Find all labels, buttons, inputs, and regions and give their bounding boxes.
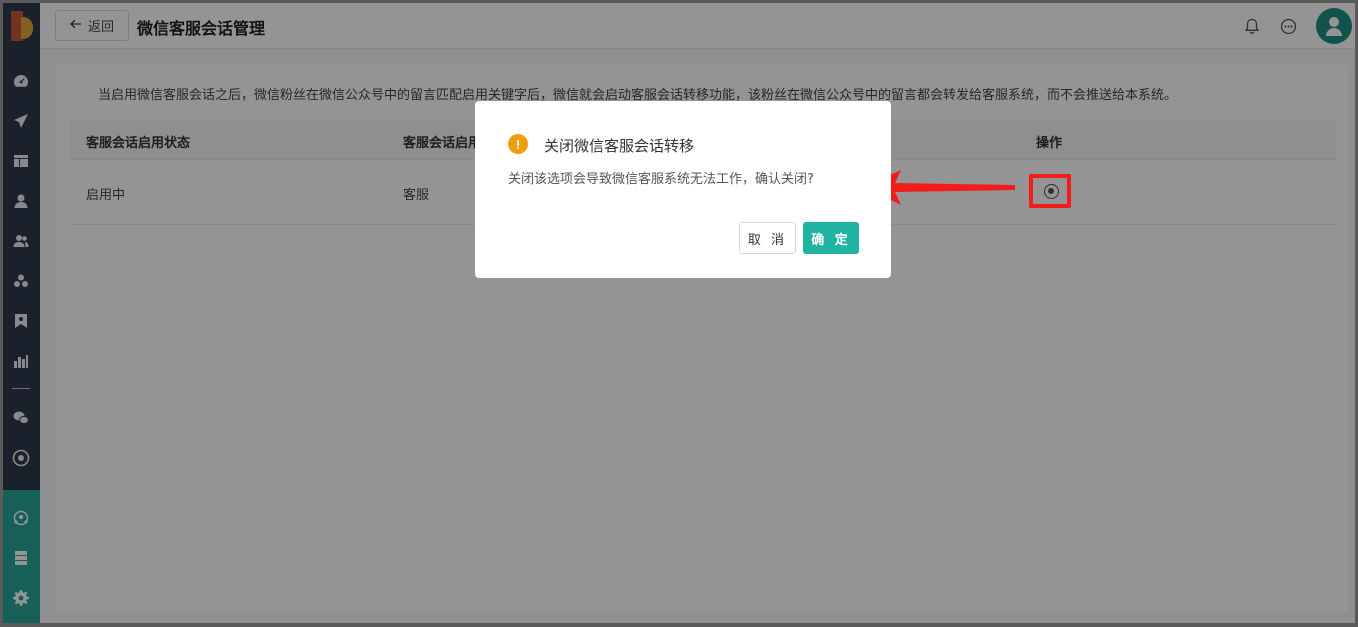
app-window: 返回 微信客服会话管理 当启用微信客服会话之后，微信粉丝在微信公众号中的留言匹配… <box>3 3 1355 623</box>
dialog-title: 关闭微信客服会话转移 <box>544 137 695 155</box>
warning-icon: ! <box>508 134 528 154</box>
confirm-dialog: ! 关闭微信客服会话转移 关闭该选项会导致微信客服系统无法工作，确认关闭? 取 … <box>475 101 891 278</box>
cancel-button[interactable]: 取 消 <box>739 222 796 254</box>
confirm-button[interactable]: 确 定 <box>803 222 859 254</box>
dialog-message: 关闭该选项会导致微信客服系统无法工作，确认关闭? <box>508 172 814 187</box>
annotation-highlight-box <box>1029 174 1071 208</box>
modal-overlay[interactable] <box>3 3 1355 623</box>
